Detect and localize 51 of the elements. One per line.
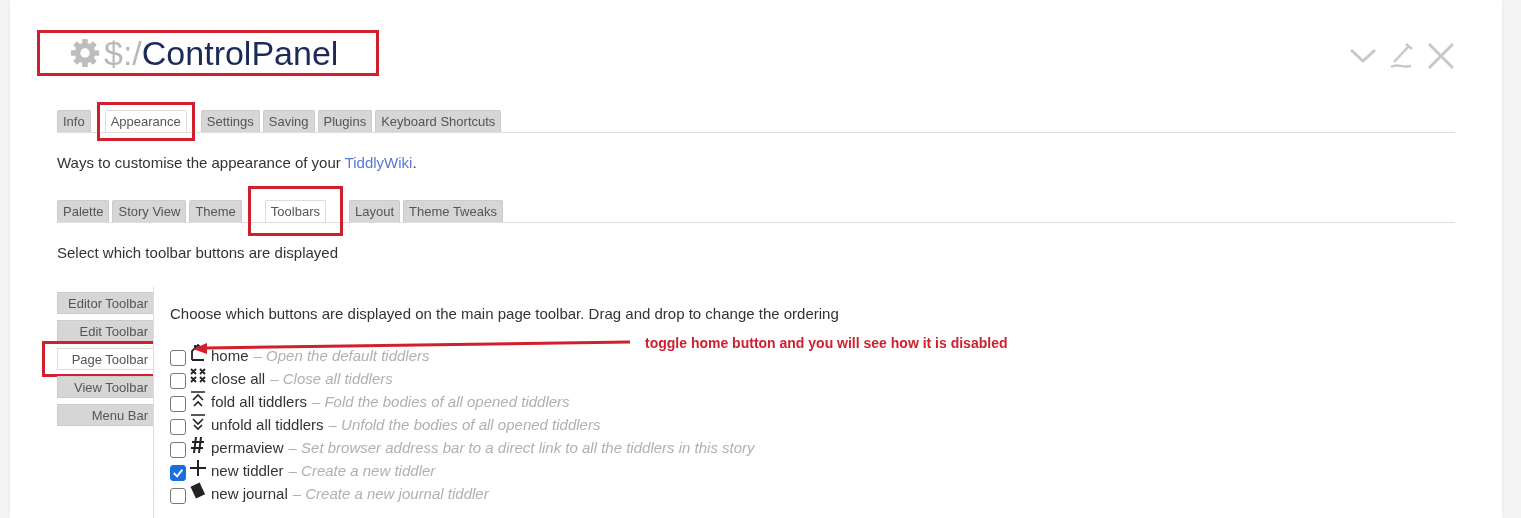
button-name: close all: [211, 370, 266, 387]
panel-text: Choose which buttons are displayed on the main page toolbar. Drag and drop to change the ordering: [170, 305, 839, 322]
tab[interactable]: Story View: [112, 200, 187, 222]
checkbox[interactable]: [170, 464, 186, 481]
checkbox[interactable]: [170, 349, 186, 366]
gear-icon: [70, 38, 100, 68]
tab[interactable]: Theme Tweaks: [403, 200, 503, 222]
tab[interactable]: Info: [57, 110, 91, 132]
intro-text: Ways to customise the appearance of your TiddlyWiki.: [57, 154, 418, 171]
tiddler-title: $:/ControlPanel: [37, 30, 380, 76]
button-name: new journal: [211, 485, 288, 502]
tiddlywiki-link[interactable]: TiddlyWiki: [344, 154, 413, 171]
sidebar-tab[interactable]: Editor Toolbar: [57, 292, 153, 314]
house-icon: [190, 343, 206, 362]
button-description: – Open the default tiddlers: [253, 347, 430, 364]
button-description: – Create a new tiddler: [288, 462, 436, 479]
checkbox[interactable]: [170, 441, 186, 458]
sidebar-tab[interactable]: Page Toolbar: [57, 348, 153, 370]
button-description: – Create a new journal tiddler: [292, 485, 489, 502]
checkbox[interactable]: [170, 395, 186, 412]
section-text: Select which toolbar buttons are displayed: [57, 244, 339, 261]
plus-icon: [190, 458, 206, 477]
button-name: fold all tiddlers: [211, 393, 307, 410]
sidebar-tab[interactable]: Edit Toolbar: [57, 320, 153, 342]
button-name: home: [211, 347, 249, 364]
button-description: – Close all tiddlers: [270, 370, 393, 387]
button-description: – Unfold the bodies of all opened tiddlers: [328, 416, 601, 433]
close-all-icon: [190, 366, 206, 385]
tab[interactable]: Keyboard Shortcuts: [375, 110, 502, 132]
sidebar-tab[interactable]: Menu Bar: [57, 404, 153, 426]
button-name: permaview: [211, 439, 284, 456]
tab[interactable]: Layout: [349, 200, 401, 222]
button-description: – Fold the bodies of all opened tiddlers: [311, 393, 570, 410]
tab[interactable]: Theme: [189, 200, 242, 222]
annotation-text: toggle home button and you will see how it is disabled: [645, 335, 1008, 351]
tab[interactable]: Appearance: [104, 110, 187, 132]
tab[interactable]: Toolbars: [264, 200, 326, 222]
sidebar-tab[interactable]: View Toolbar: [57, 376, 153, 398]
tab[interactable]: Plugins: [317, 110, 373, 132]
tab[interactable]: Palette: [57, 200, 110, 222]
fold-icon: [190, 389, 206, 408]
checkbox[interactable]: [170, 372, 186, 389]
button-name: unfold all tiddlers: [211, 416, 324, 433]
checkbox[interactable]: [170, 418, 186, 435]
checkbox[interactable]: [170, 487, 186, 504]
tab[interactable]: Saving: [262, 110, 315, 132]
button-description: – Set browser address bar to a direct link to all the tiddlers in this story: [288, 439, 755, 456]
hash-icon: [190, 435, 206, 454]
button-name: new tiddler: [211, 462, 284, 479]
unfold-icon: [190, 412, 206, 431]
tab[interactable]: Settings: [200, 110, 260, 132]
